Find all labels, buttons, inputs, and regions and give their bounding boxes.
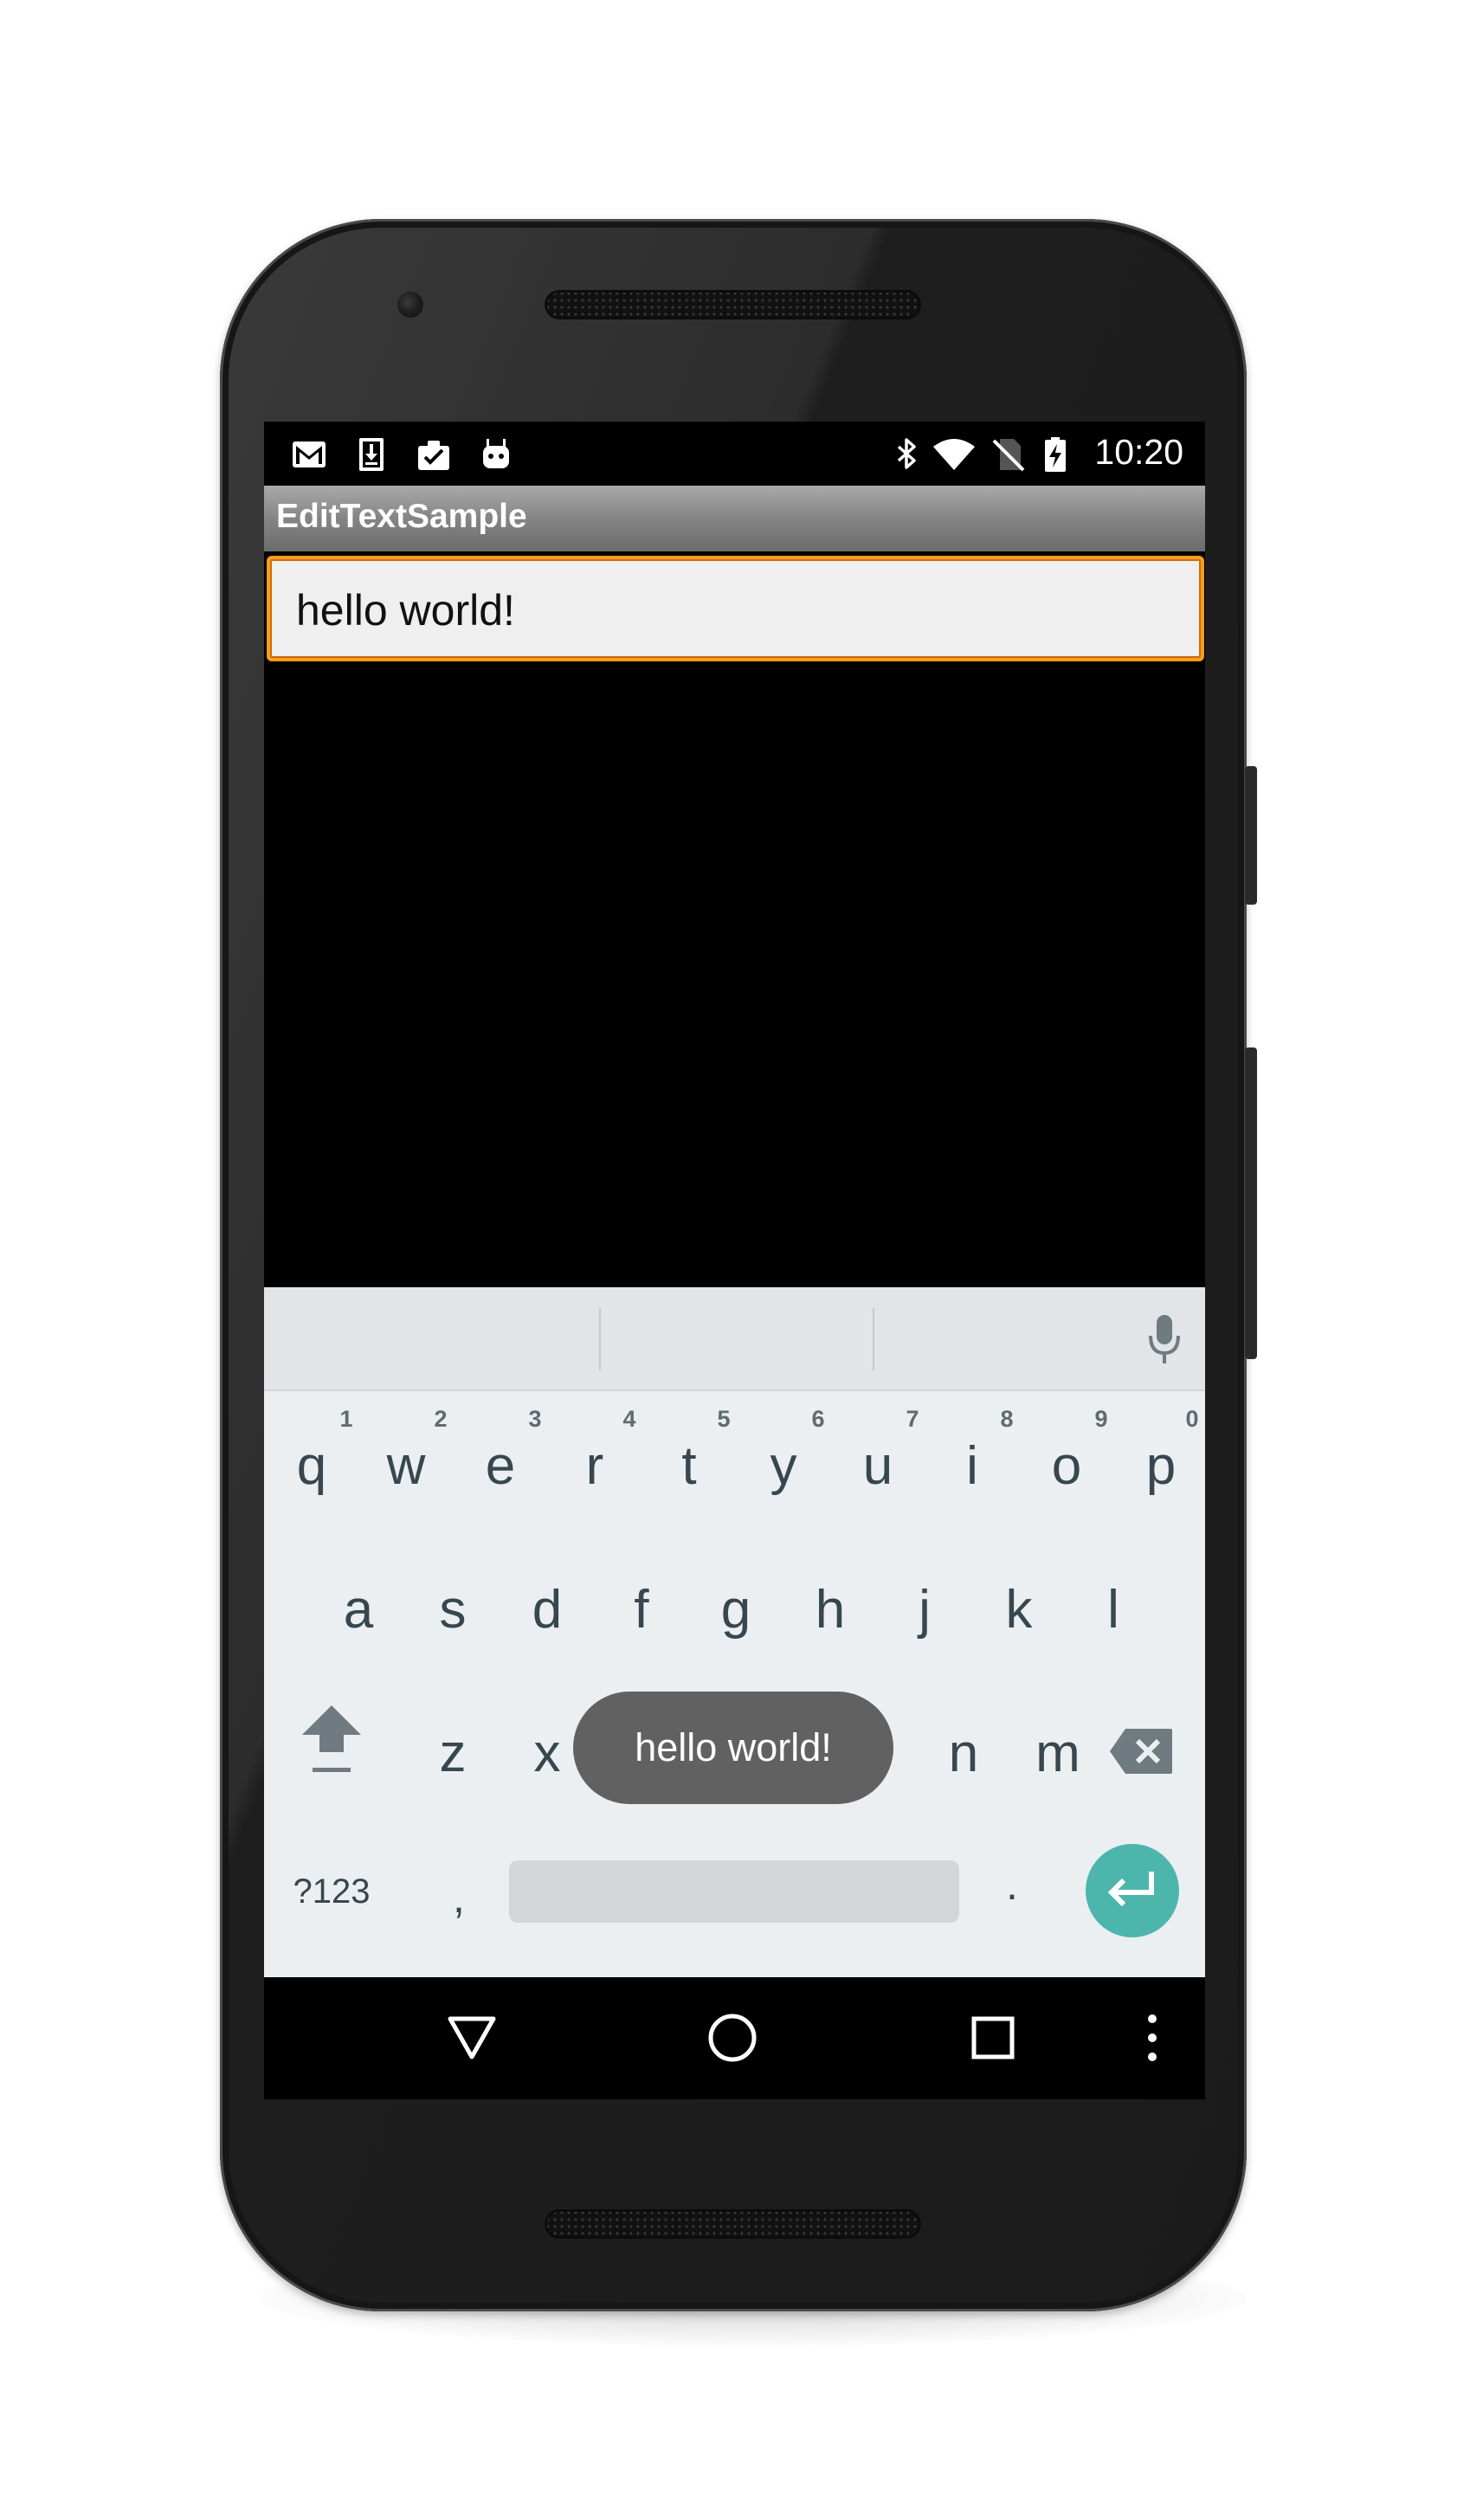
overflow-menu-icon[interactable] <box>1139 2012 1165 2064</box>
soft-keyboard: 1 q 2 w 3 e 4 r 5 t 6 y 7 u 8 i 9 o 0 p … <box>264 1287 1205 1977</box>
no-sim-icon <box>992 439 1025 472</box>
enter-button[interactable] <box>1086 1844 1179 1937</box>
key-n[interactable]: n <box>925 1711 1003 1797</box>
key-m[interactable]: m <box>1019 1711 1097 1797</box>
bluetooth-icon <box>897 438 916 469</box>
back-icon[interactable] <box>446 2012 498 2064</box>
shift-icon[interactable] <box>297 1698 366 1785</box>
front-camera <box>397 292 423 318</box>
app-title: EditTextSample <box>276 498 527 535</box>
key-p[interactable]: p <box>1122 1423 1200 1510</box>
suggestion-divider <box>599 1308 601 1370</box>
status-time: 10:20 <box>1094 432 1183 472</box>
suggestion-divider <box>873 1308 874 1370</box>
key-e[interactable]: e <box>461 1423 539 1510</box>
key-g[interactable]: g <box>697 1567 775 1653</box>
gmail-icon <box>293 441 326 467</box>
enter-icon <box>1107 1872 1154 1907</box>
navigation-bar <box>264 1977 1205 2099</box>
clipboard-check-icon <box>418 441 449 470</box>
key-r[interactable]: r <box>556 1423 634 1510</box>
key-comma[interactable]: , <box>420 1854 498 1941</box>
key-f[interactable]: f <box>603 1567 680 1653</box>
symbols-key[interactable]: ?123 <box>280 1848 384 1935</box>
home-icon[interactable] <box>706 2012 758 2064</box>
status-bar: 10:20 <box>264 422 1205 486</box>
key-l[interactable]: l <box>1074 1567 1152 1653</box>
wifi-icon <box>933 439 975 470</box>
key-d[interactable]: d <box>508 1567 586 1653</box>
power-button <box>1245 766 1257 905</box>
bottom-speaker <box>545 2209 921 2239</box>
key-z[interactable]: z <box>414 1711 492 1797</box>
key-u[interactable]: u <box>839 1423 917 1510</box>
key-preview-popup: hello world! <box>573 1692 893 1804</box>
key-i[interactable]: i <box>933 1423 1011 1510</box>
battery-charging-icon <box>1045 437 1066 472</box>
key-t[interactable]: t <box>650 1423 728 1510</box>
recents-icon[interactable] <box>967 2012 1019 2064</box>
top-speaker <box>545 290 921 319</box>
spacebar[interactable] <box>509 1860 959 1923</box>
key-y[interactable]: y <box>745 1423 822 1510</box>
key-a[interactable]: a <box>319 1567 397 1653</box>
key-s[interactable]: s <box>414 1567 492 1653</box>
edit-text-field[interactable]: hello world! <box>267 556 1204 661</box>
android-icon <box>483 439 509 468</box>
key-j[interactable]: j <box>886 1567 964 1653</box>
mic-icon[interactable] <box>1145 1312 1183 1367</box>
suggestion-strip <box>264 1287 1205 1391</box>
key-q[interactable]: q <box>273 1423 351 1510</box>
key-h[interactable]: h <box>791 1567 869 1653</box>
key-k[interactable]: k <box>980 1567 1058 1653</box>
device-screen: 10:20 EditTextSample hello world! 1 q 2 … <box>264 422 1205 2099</box>
app-title-bar: EditTextSample <box>264 486 1205 551</box>
download-icon <box>359 438 384 471</box>
key-period[interactable]: . <box>973 1841 1051 1928</box>
key-w[interactable]: w <box>367 1423 445 1510</box>
volume-button <box>1245 1047 1257 1359</box>
key-o[interactable]: o <box>1028 1423 1106 1510</box>
backspace-icon[interactable] <box>1108 1727 1174 1776</box>
edit-text-value: hello world! <box>296 586 515 635</box>
